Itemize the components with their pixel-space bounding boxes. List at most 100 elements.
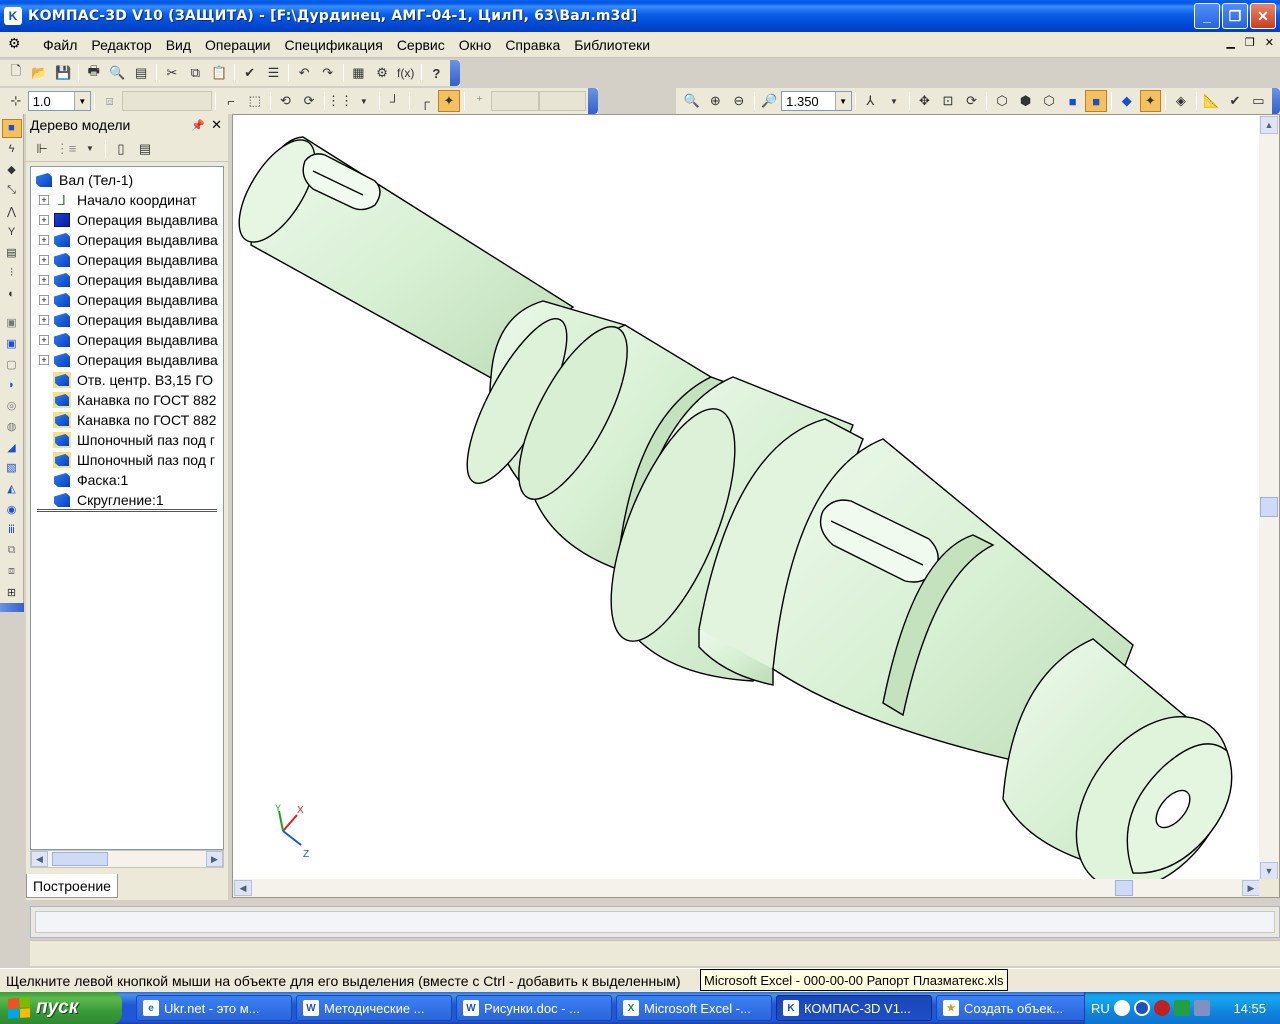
scroll-thumb[interactable]	[1115, 880, 1133, 896]
menu-service[interactable]: Сервис	[390, 37, 452, 53]
tree-filter-icon[interactable]: ▯	[110, 138, 132, 160]
variables-icon[interactable]: f(x)	[395, 62, 417, 84]
library-manager-icon[interactable]: ⚙	[371, 62, 393, 84]
orientation-dropdown-icon[interactable]: ▼	[883, 90, 905, 112]
expand-icon[interactable]: +	[39, 215, 49, 225]
check-icon[interactable]: ✔	[1224, 90, 1246, 112]
shaft-model[interactable]: X Y Z	[233, 115, 1261, 890]
tree-item[interactable]: Шпоночный паз под г	[39, 430, 215, 450]
assembly-tool-icon[interactable]: ⊞	[2, 583, 22, 602]
mdi-minimize-icon[interactable]: ▁	[1226, 36, 1234, 49]
tree-structure-icon[interactable]: ⋮≡	[55, 138, 77, 160]
cursor-y-field[interactable]	[538, 91, 587, 111]
cut-extrude-tool-icon[interactable]: ◎	[2, 396, 22, 415]
context-help-icon[interactable]: ?	[426, 62, 448, 84]
spec-icon[interactable]: ▤	[2, 244, 22, 263]
cursor-x-field[interactable]	[491, 91, 539, 111]
hidden-lines-icon[interactable]: ⬢	[1015, 90, 1037, 112]
tree-root[interactable]: Вал (Тел-1)	[35, 170, 133, 190]
scroll-thumb[interactable]	[52, 852, 108, 866]
pin-icon[interactable]: 📌	[191, 119, 205, 132]
print-icon[interactable]: 🖶	[83, 62, 105, 84]
scroll-right-icon[interactable]: ▶	[1242, 880, 1260, 896]
chamfer-tool-icon[interactable]: ▧	[2, 458, 22, 477]
tree-item[interactable]: Отв. центр. В3,15 ГО	[39, 370, 213, 390]
reports-icon[interactable]: ⫶	[2, 264, 22, 283]
minimize-button[interactable]: _	[1194, 3, 1220, 29]
copy-icon[interactable]: ⧉	[185, 62, 207, 84]
revolve-tool-icon[interactable]: ▣	[2, 334, 22, 353]
surfaces-icon[interactable]: ◆	[2, 161, 22, 180]
paste-icon[interactable]: 📋	[208, 62, 230, 84]
loft-tool-icon[interactable]: ◗	[2, 375, 22, 394]
kompas-app-icon[interactable]: K	[4, 7, 22, 25]
taskbar-button[interactable]: e Ukr.net - это м...	[136, 995, 292, 1021]
list-icon[interactable]: ☰	[263, 62, 285, 84]
tree-dropdown-icon[interactable]: ▼	[79, 138, 101, 160]
tree-order-icon[interactable]: ⊩	[31, 138, 53, 160]
expand-icon[interactable]: +	[39, 355, 49, 365]
expand-icon[interactable]: +	[39, 295, 49, 305]
security-icon[interactable]	[1173, 1000, 1190, 1016]
chevron-down-icon[interactable]: ▼	[834, 92, 851, 110]
taskbar-button[interactable]: W Рисунки.doc - ...	[456, 995, 612, 1021]
new-document-icon[interactable]: 🗋	[5, 62, 27, 84]
menu-specification[interactable]: Спецификация	[278, 37, 390, 53]
expand-icon[interactable]: +	[39, 315, 49, 325]
taskbar-button[interactable]: X Microsoft Excel -...	[616, 995, 772, 1021]
rebuild-icon[interactable]: ⟳	[298, 90, 320, 112]
tree-item[interactable]: + Операция выдавлива	[39, 350, 218, 370]
scroll-down-icon[interactable]: ▼	[1260, 862, 1278, 880]
layer-combo[interactable]	[121, 91, 213, 111]
spatial-curves-icon[interactable]: ϟ	[2, 140, 22, 159]
redo-icon[interactable]: ↷	[317, 62, 339, 84]
tree-item[interactable]: Скругление:1	[39, 490, 164, 510]
wireframe-icon[interactable]: ⬡	[991, 90, 1013, 112]
shaded-edges-icon[interactable]: ■	[1085, 90, 1107, 112]
tree-item[interactable]: + Операция выдавлива	[39, 270, 218, 290]
scroll-thumb[interactable]	[1260, 497, 1278, 517]
preview-icon[interactable]: ▤	[130, 62, 152, 84]
mdi-close-icon[interactable]: ✕	[1265, 36, 1274, 49]
grid-dropdown-icon[interactable]: ▼	[353, 90, 375, 112]
print-preview-icon[interactable]: 🔍	[107, 62, 129, 84]
edit-part-icon[interactable]: ⬚	[244, 90, 266, 112]
zoom-in-icon[interactable]: ⊕	[705, 90, 727, 112]
menu-file[interactable]: Файл	[36, 37, 84, 53]
sketch-icon[interactable]: ⌐	[220, 90, 242, 112]
language-indicator[interactable]: RU	[1091, 1001, 1110, 1016]
section-icon[interactable]: ◈	[1170, 90, 1192, 112]
scroll-left-icon[interactable]: ◀	[31, 851, 48, 867]
grid-icon[interactable]: ⋮⋮	[327, 90, 353, 112]
tab-construction[interactable]: Построение	[26, 874, 118, 898]
scroll-left-icon[interactable]: ◀	[234, 880, 252, 896]
expand-icon[interactable]: +	[39, 335, 49, 345]
chevron-down-icon[interactable]: ▼	[73, 92, 90, 110]
shaded-icon[interactable]: ■	[1062, 90, 1084, 112]
mirror-tool-icon[interactable]: ⧉	[2, 541, 22, 560]
extrude-tool-icon[interactable]: ▣	[2, 313, 22, 332]
filter-tool-icon[interactable]: Y	[2, 223, 22, 242]
cut-icon[interactable]: ✂	[161, 62, 183, 84]
measure-tool-icon[interactable]: ⋀	[2, 202, 22, 221]
close-icon[interactable]: ✕	[211, 117, 222, 133]
zoom-combo[interactable]: 1.350 ▼	[781, 91, 852, 111]
tree-item[interactable]: + Операция выдавлива	[39, 250, 218, 270]
zoom-out-icon[interactable]: ⊖	[728, 90, 750, 112]
tree-window-icon[interactable]: ▤	[134, 138, 156, 160]
perspective-icon[interactable]: ◆	[1116, 90, 1138, 112]
local-cs-icon[interactable]: ⊹	[5, 90, 27, 112]
kinematic-tool-icon[interactable]: ▢	[2, 355, 22, 374]
restore-button[interactable]: ❐	[1222, 3, 1248, 29]
display-icon[interactable]: ▭	[1248, 90, 1270, 112]
document-system-icon[interactable]: ⚙	[8, 35, 30, 55]
tree-item[interactable]: + Операция выдавлива	[39, 330, 218, 350]
tree-horizontal-scrollbar[interactable]: ◀ ▶	[30, 850, 224, 868]
menu-window[interactable]: Окно	[452, 37, 499, 53]
menu-editor[interactable]: Редактор	[84, 37, 158, 53]
undo-icon[interactable]: ↶	[293, 62, 315, 84]
filter-icon[interactable]: ⟲	[275, 90, 297, 112]
zoom-fit-icon[interactable]: 🔎	[759, 90, 781, 112]
tree-item[interactable]: + Операция выдавлива	[39, 290, 218, 310]
aux-geometry-icon[interactable]: ⤡	[2, 181, 22, 200]
